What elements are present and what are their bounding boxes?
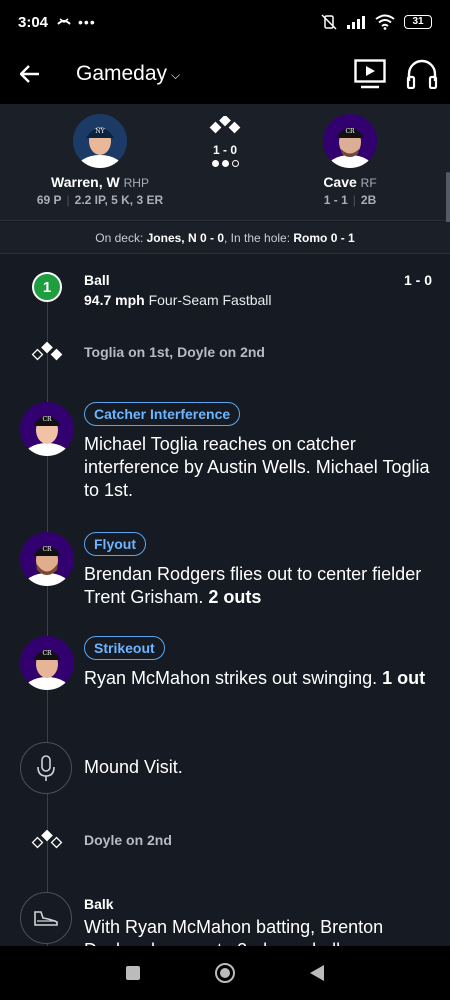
watch-video-button[interactable]	[352, 56, 388, 92]
outs-count: 1 out	[382, 668, 426, 688]
missed-call-icon	[57, 18, 71, 25]
pitch-event[interactable]: 1 Ball 94.7 mph Four-Seam Fastball 1 - 0	[0, 272, 450, 318]
game-situation: 1 - 0	[195, 114, 255, 167]
home-button[interactable]	[215, 963, 235, 983]
in-the-hole-player: Romo 0 - 1	[293, 231, 355, 245]
play-type-tag: Flyout	[84, 532, 146, 556]
wifi-icon	[375, 14, 395, 30]
pitcher-card[interactable]: NY Warren, W RHP 69 P | 2.2 IP, 5 K, 3 ER	[15, 114, 185, 207]
pitch-speed: 94.7 mph	[84, 292, 145, 308]
play-title: Balk	[84, 896, 114, 912]
mute-vibrate-icon	[321, 14, 337, 30]
out-dot	[211, 160, 219, 167]
runners-text: Doyle on 2nd	[84, 832, 172, 848]
out-dot	[231, 160, 239, 167]
on-deck-bar: On deck: Jones, N 0 - 0, In the hole: Ro…	[0, 222, 450, 254]
play-description: Mound Visit.	[84, 757, 183, 777]
batter-hits-today: 1 - 1	[323, 193, 348, 207]
headphones-icon	[406, 59, 438, 89]
pitch-count: 1 - 0	[403, 272, 432, 288]
more-notifications-icon: •••	[78, 14, 96, 30]
runners-text: Toglia on 1st, Doyle on 2nd	[84, 344, 265, 360]
batter-headshot: CR	[323, 114, 377, 168]
status-bar: 3:04 ••• 31	[0, 0, 450, 44]
recents-button[interactable]	[126, 966, 140, 980]
signal-icon	[347, 16, 365, 29]
mound-visit-event[interactable]: Mound Visit.	[0, 742, 450, 796]
back-nav-button[interactable]	[310, 965, 324, 981]
pitcher-stat-line: 2.2 IP, 5 K, 3 ER	[74, 193, 164, 207]
runners-event: Toglia on 1st, Doyle on 2nd	[0, 340, 450, 366]
batter-avatar: CR	[20, 402, 74, 456]
batter-hit-type: 2B	[360, 193, 377, 207]
listen-audio-button[interactable]	[404, 56, 440, 92]
arrow-left-icon	[20, 65, 39, 83]
ball-strike-count: 1 - 0	[212, 143, 237, 157]
chevron-down-icon: ⌵	[171, 67, 181, 82]
view-selector-dropdown[interactable]: Gameday ⌵	[76, 62, 180, 86]
play-event[interactable]: CR Catcher Interference Michael Toglia r…	[0, 402, 450, 502]
play-description: Michael Toglia reaches on catcher interf…	[84, 434, 430, 500]
play-event[interactable]: CR Strikeout Ryan McMahon strikes out sw…	[0, 636, 450, 716]
batter-avatar: CR	[20, 636, 74, 690]
bases-diamond-icon	[209, 114, 241, 134]
status-time: 3:04	[18, 13, 49, 31]
play-event[interactable]: CR Flyout Brendan Rodgers flies out to c…	[0, 532, 450, 612]
battery-icon: 31	[404, 15, 432, 29]
play-description: Ryan McMahon strikes out swinging.	[84, 668, 383, 688]
app-bar: Gameday ⌵	[0, 44, 450, 104]
pitch-type: Four-Seam Fastball	[148, 292, 272, 308]
pitch-number-badge: 1	[32, 272, 62, 302]
svg-text:CR: CR	[42, 650, 52, 657]
system-nav-bar	[0, 946, 450, 1000]
pitch-result: Ball	[84, 272, 110, 288]
pitcher-name: Warren, W	[51, 174, 120, 190]
microphone-icon	[20, 742, 72, 794]
svg-text:NY: NY	[95, 128, 105, 135]
svg-text:CR: CR	[345, 128, 355, 135]
play-type-tag: Catcher Interference	[84, 402, 241, 426]
play-description: With Ryan McMahon batting, Brenton Doyle…	[84, 917, 384, 946]
batter-avatar: CR	[20, 532, 74, 586]
play-event[interactable]: Balk With Ryan McMahon batting, Brenton …	[0, 892, 450, 946]
bases-diamond-icon	[31, 829, 63, 849]
batter-position: RF	[360, 176, 377, 190]
runners-event: Doyle on 2nd	[0, 828, 450, 854]
batter-name: Cave	[323, 174, 357, 190]
matchup-panel: NY Warren, W RHP 69 P | 2.2 IP, 5 K, 3 ER …	[0, 104, 450, 221]
page-title: Gameday	[76, 62, 168, 85]
pitcher-headshot: NY	[73, 114, 127, 168]
pitcher-pitch-count: 69 P	[36, 193, 62, 207]
svg-text:CR: CR	[42, 416, 52, 423]
out-dot	[221, 160, 229, 167]
outs-count: 2 outs	[208, 587, 262, 607]
play-by-play-feed[interactable]: 1 Ball 94.7 mph Four-Seam Fastball 1 - 0…	[0, 254, 450, 946]
shoe-icon	[20, 892, 72, 944]
back-button[interactable]	[0, 44, 60, 104]
bases-diamond-icon	[31, 341, 63, 361]
outs-indicator	[195, 160, 255, 167]
batter-card[interactable]: CR Cave RF 1 - 1 | 2B	[265, 114, 435, 207]
on-deck-player: Jones, N 0 - 0	[146, 231, 224, 245]
tv-play-icon	[354, 59, 386, 89]
svg-text:CR: CR	[42, 546, 52, 553]
play-type-tag: Strikeout	[84, 636, 165, 660]
pitcher-position: RHP	[123, 176, 149, 190]
